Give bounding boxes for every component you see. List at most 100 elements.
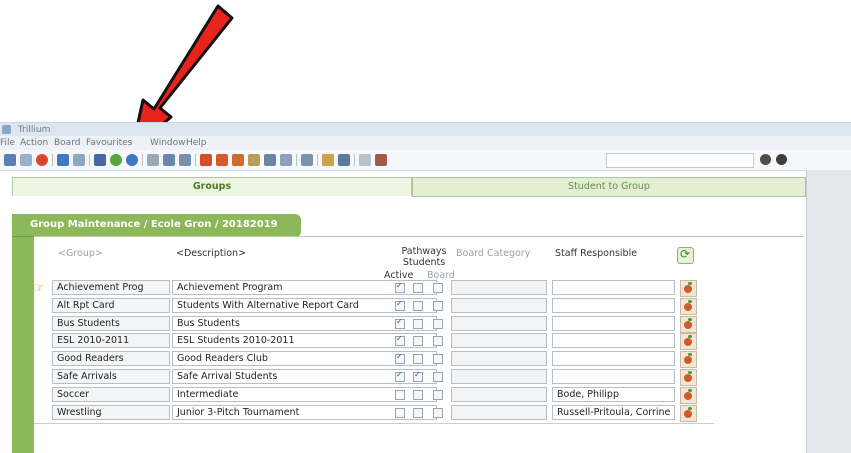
table-row[interactable]: Bus Students Bus Students — [52, 315, 707, 333]
pathways-checkbox[interactable] — [413, 354, 423, 365]
board-category-cell[interactable] — [451, 369, 547, 384]
staff-cell[interactable]: Bode, Philipp — [552, 386, 675, 402]
pathways-checkbox[interactable] — [413, 318, 423, 329]
grid-icon[interactable] — [375, 154, 387, 166]
group-code-cell[interactable]: Safe Arrivals — [52, 369, 170, 384]
table-row[interactable]: ESL 2010-2011 ESL Students 2010-2011 — [52, 333, 707, 351]
menu-window[interactable]: Window — [150, 136, 186, 150]
group-code-cell[interactable]: Bus Students — [52, 315, 170, 331]
apple-icon[interactable] — [680, 297, 697, 315]
board-category-cell[interactable] — [451, 386, 547, 402]
apple-icon[interactable] — [680, 369, 697, 386]
board-category-cell[interactable] — [451, 351, 547, 367]
board-checkbox[interactable] — [433, 372, 443, 382]
users-icon[interactable] — [163, 154, 175, 166]
menu-file[interactable]: File — [0, 136, 15, 150]
apple-icon[interactable] — [680, 333, 697, 351]
stop-icon[interactable] — [36, 154, 48, 166]
board-category-cell[interactable] — [451, 315, 547, 331]
apple-icon[interactable] — [680, 315, 697, 333]
report-icon[interactable] — [301, 154, 313, 166]
board-checkbox[interactable] — [433, 389, 443, 400]
close-icon[interactable] — [776, 154, 787, 165]
header-description[interactable]: <Description> — [176, 248, 246, 259]
pathways-checkbox[interactable] — [413, 389, 423, 400]
active-checkbox[interactable] — [395, 407, 405, 418]
list-icon[interactable] — [147, 154, 159, 166]
apple-icon[interactable] — [680, 386, 697, 404]
table-row[interactable]: Wrestling Junior 3-Pitch Tournament Russel… — [52, 404, 707, 422]
toolbar-search-field[interactable] — [606, 153, 754, 168]
users-icon[interactable] — [179, 154, 191, 166]
apple-icon[interactable] — [232, 154, 244, 166]
apple-icon[interactable] — [216, 154, 228, 166]
header-group[interactable]: <Group> — [58, 248, 103, 259]
staff-cell[interactable] — [552, 297, 675, 313]
report-icon[interactable] — [280, 154, 292, 166]
active-checkbox[interactable] — [395, 334, 405, 347]
apple-icon[interactable] — [200, 154, 212, 166]
group-code-cell[interactable]: Soccer — [52, 386, 170, 402]
staff-cell[interactable]: Russell-Pritoula, Corrine — [552, 404, 675, 420]
monitor-icon[interactable] — [57, 154, 69, 166]
menu-favourites[interactable]: Favourites — [86, 136, 132, 150]
menu-board[interactable]: Board — [54, 136, 80, 150]
group-code-cell[interactable]: Achievement Prog — [52, 280, 170, 295]
table-row[interactable]: Soccer Intermediate Bode, Philipp — [52, 386, 707, 404]
staff-cell[interactable] — [552, 369, 675, 384]
board-checkbox[interactable] — [433, 336, 443, 347]
board-category-cell[interactable] — [451, 297, 547, 313]
apple-icon[interactable] — [680, 351, 697, 369]
table-row[interactable]: Good Readers Good Readers Club — [52, 351, 707, 369]
magnify-icon[interactable] — [20, 154, 32, 166]
group-code-cell[interactable]: Wrestling — [52, 404, 170, 420]
board-checkbox[interactable] — [433, 354, 443, 365]
table-row[interactable]: Alt Rpt Card Students With Alternative Re… — [52, 297, 707, 315]
staff-cell[interactable] — [552, 280, 675, 295]
active-checkbox[interactable] — [395, 281, 405, 293]
refresh-button[interactable] — [677, 247, 694, 264]
gear-icon[interactable] — [248, 154, 260, 166]
board-checkbox[interactable] — [433, 318, 443, 329]
pathways-checkbox[interactable] — [413, 336, 423, 347]
person-icon[interactable] — [4, 154, 16, 166]
apple-icon[interactable] — [680, 280, 697, 297]
add-icon[interactable] — [110, 154, 122, 166]
staff-cell[interactable] — [552, 351, 675, 367]
group-code-cell[interactable]: Good Readers — [52, 351, 170, 367]
table-row[interactable]: Safe Arrivals Safe Arrival Students — [52, 369, 707, 386]
active-checkbox[interactable] — [395, 352, 405, 365]
menu-action[interactable]: Action — [20, 136, 48, 150]
users-icon[interactable] — [264, 154, 276, 166]
pathways-checkbox[interactable] — [413, 370, 423, 382]
folder-icon[interactable] — [322, 154, 334, 166]
calendar-icon[interactable] — [359, 154, 371, 166]
board-checkbox[interactable] — [433, 283, 443, 293]
pathways-checkbox[interactable] — [413, 283, 423, 293]
active-checkbox[interactable] — [395, 317, 405, 329]
group-code-cell[interactable]: Alt Rpt Card — [52, 297, 170, 313]
save-icon[interactable] — [94, 154, 106, 166]
tab-groups[interactable]: Groups — [12, 177, 412, 196]
active-checkbox[interactable] — [395, 299, 405, 311]
apple-icon[interactable] — [680, 404, 697, 422]
pathways-checkbox[interactable] — [413, 300, 423, 311]
board-category-cell[interactable] — [451, 280, 547, 295]
board-category-cell[interactable] — [451, 404, 547, 420]
group-code-cell[interactable]: ESL 2010-2011 — [52, 333, 170, 349]
active-checkbox[interactable] — [395, 389, 405, 400]
menu-help[interactable]: Help — [186, 136, 207, 150]
active-checkbox[interactable] — [395, 370, 405, 382]
staff-cell[interactable] — [552, 333, 675, 349]
tab-student-to-group[interactable]: Student to Group — [412, 177, 806, 197]
table-row[interactable]: Achievement Prog Achievement Program — [52, 280, 707, 297]
users-icon[interactable] — [338, 154, 350, 166]
board-category-cell[interactable] — [451, 333, 547, 349]
pathways-checkbox[interactable] — [413, 407, 423, 418]
minus-icon[interactable] — [760, 154, 771, 165]
staff-cell[interactable] — [552, 315, 675, 331]
printer-icon[interactable] — [73, 154, 85, 166]
board-checkbox[interactable] — [433, 407, 443, 418]
remove-icon[interactable] — [126, 154, 138, 166]
board-checkbox[interactable] — [433, 300, 443, 311]
